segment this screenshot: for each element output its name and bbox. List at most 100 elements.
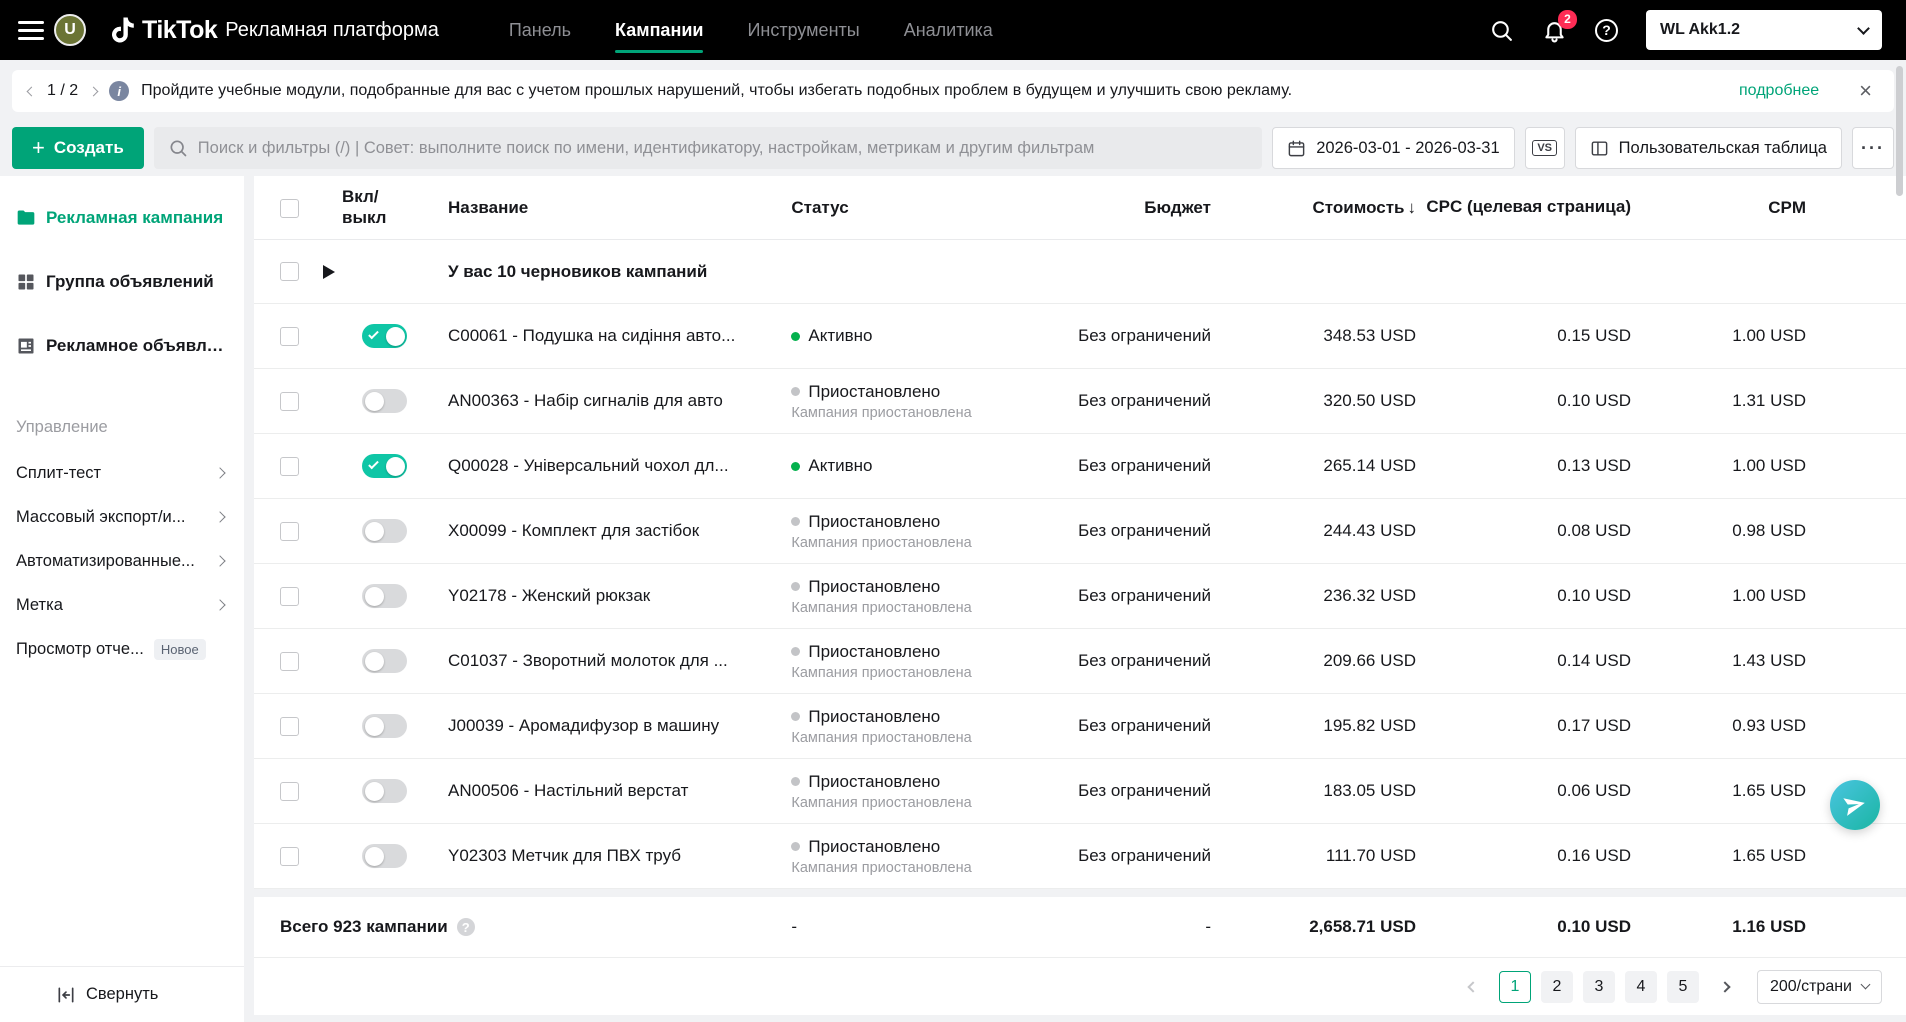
- status-dot: [791, 387, 801, 396]
- row-checkbox[interactable]: [280, 782, 299, 801]
- banner-page-indicator: 1 / 2: [47, 82, 79, 99]
- banner-close-icon[interactable]: ×: [1859, 80, 1872, 102]
- status-dot: [791, 517, 801, 526]
- sidebar-item-reports[interactable]: Просмотр отче... Новое: [0, 627, 244, 671]
- row-toggle[interactable]: [362, 584, 407, 608]
- row-checkbox[interactable]: [280, 717, 299, 736]
- page-button-4[interactable]: 4: [1624, 970, 1657, 1003]
- vs-badge: VS: [1532, 140, 1557, 156]
- status-text: Приостановлено: [808, 771, 941, 791]
- col-cpm[interactable]: CPM: [1631, 198, 1806, 218]
- scrollbar-thumb[interactable]: [1896, 66, 1903, 196]
- row-checkbox[interactable]: [280, 652, 299, 671]
- prev-page-button[interactable]: [1457, 971, 1489, 1003]
- nav-item-campaigns[interactable]: Кампании: [593, 0, 725, 60]
- page-button-2[interactable]: 2: [1540, 970, 1573, 1003]
- search-icon[interactable]: [1489, 18, 1514, 43]
- page-size-select[interactable]: 200/страни: [1756, 969, 1882, 1004]
- notification-badge: 2: [1558, 9, 1577, 29]
- table-row: AN00506 - Настільний верстат Приостановл…: [254, 759, 1906, 824]
- status-subtext: Кампания приостановлена: [791, 859, 972, 876]
- row-checkbox[interactable]: [280, 587, 299, 606]
- row-toggle[interactable]: [362, 844, 407, 868]
- cpc-value: 0.08 USD: [1557, 521, 1631, 540]
- status-dot: [791, 582, 801, 591]
- campaign-name[interactable]: Q00028 - Універсальний чохол дл...: [448, 456, 791, 476]
- chevron-right-icon: [214, 511, 226, 523]
- page-button-3[interactable]: 3: [1582, 970, 1615, 1003]
- banner-next-icon[interactable]: [88, 86, 99, 96]
- page-button-5[interactable]: 5: [1666, 970, 1699, 1003]
- sidebar-item-bulk-export[interactable]: Массовый экспорт/и...: [0, 495, 244, 539]
- campaign-name[interactable]: Y02178 - Женский рюкзак: [448, 586, 791, 606]
- search-filter-box[interactable]: [153, 127, 1263, 169]
- campaign-name[interactable]: X00099 - Комплект для застібок: [448, 521, 791, 541]
- campaign-name[interactable]: AN00363 - Набір сигналів для авто: [448, 391, 791, 411]
- cpc-value: 0.06 USD: [1557, 781, 1631, 800]
- drafts-text[interactable]: У вас 10 черновиков кампаний: [448, 262, 791, 282]
- row-checkbox[interactable]: [280, 457, 299, 476]
- sidebar-item-adgroup[interactable]: Группа объявлений: [0, 250, 244, 314]
- sidebar-item-automated-rules[interactable]: Автоматизированные...: [0, 539, 244, 583]
- row-checkbox[interactable]: [280, 392, 299, 411]
- sidebar: Рекламная кампания Группа объявлений Рек…: [0, 176, 244, 1022]
- budget-value: Без ограничений: [1078, 586, 1211, 605]
- row-checkbox[interactable]: [280, 327, 299, 346]
- banner-prev-icon[interactable]: [26, 86, 37, 96]
- hamburger-menu-button[interactable]: [18, 20, 44, 40]
- row-checkbox[interactable]: [280, 522, 299, 541]
- more-options-button[interactable]: ···: [1852, 127, 1894, 169]
- custom-table-button[interactable]: Пользовательская таблица: [1574, 127, 1842, 169]
- nav-item-tools[interactable]: Инструменты: [725, 0, 881, 60]
- notifications-bell-icon[interactable]: 2: [1542, 9, 1577, 43]
- date-range-button[interactable]: 2026-03-01 - 2026-03-31: [1272, 127, 1515, 169]
- create-button-label: Создать: [53, 138, 124, 157]
- help-circle-icon[interactable]: ?: [456, 918, 475, 936]
- campaign-name[interactable]: J00039 - Аромадифузор в машину: [448, 716, 791, 736]
- page-button-1[interactable]: 1: [1498, 970, 1531, 1003]
- promote-float-button[interactable]: [1830, 780, 1880, 830]
- header-checkbox[interactable]: [280, 198, 299, 218]
- compare-vs-button[interactable]: VS: [1524, 127, 1565, 169]
- nav-item-panel[interactable]: Панель: [487, 0, 593, 60]
- col-cpc[interactable]: CPC (целевая страница): [1416, 197, 1631, 217]
- user-avatar[interactable]: U: [54, 14, 86, 46]
- row-toggle[interactable]: [362, 389, 407, 413]
- sidebar-item-ad[interactable]: Рекламное объявле...: [0, 314, 244, 378]
- budget-value: Без ограничений: [1078, 716, 1211, 735]
- cpm-value: 1.00 USD: [1732, 456, 1806, 475]
- next-page-button[interactable]: [1709, 971, 1741, 1003]
- sidebar-section-management: Управление: [16, 418, 108, 436]
- col-cost[interactable]: Стоимость ↓: [1211, 198, 1416, 218]
- help-icon[interactable]: ?: [1595, 18, 1618, 42]
- row-toggle[interactable]: [362, 454, 407, 478]
- row-toggle[interactable]: [362, 649, 407, 673]
- banner-message: Пройдите учебные модули, подобранные для…: [141, 82, 1293, 99]
- campaign-name[interactable]: C01037 - Зворотний молоток для ...: [448, 651, 791, 671]
- status-subtext: Кампания приостановлена: [791, 534, 972, 551]
- campaign-name[interactable]: C00061 - Подушка на сидіння авто...: [448, 326, 791, 346]
- row-toggle[interactable]: [362, 519, 407, 543]
- row-toggle[interactable]: [362, 714, 407, 738]
- cost-value: 236.32 USD: [1323, 586, 1416, 605]
- drafts-checkbox[interactable]: [280, 262, 299, 281]
- row-checkbox[interactable]: [280, 847, 299, 866]
- budget-value: Без ограничений: [1078, 651, 1211, 670]
- cpm-value: 0.98 USD: [1732, 521, 1806, 540]
- campaign-name[interactable]: AN00506 - Настільний верстат: [448, 781, 791, 801]
- collapse-button[interactable]: Свернуть: [0, 966, 244, 1022]
- create-button[interactable]: + Создать: [12, 127, 144, 169]
- account-dropdown[interactable]: WL Akk1.2: [1646, 10, 1882, 50]
- total-cpc: 0.10 USD: [1557, 917, 1631, 936]
- drafts-expand-icon[interactable]: [323, 264, 335, 279]
- col-name: Название: [448, 197, 529, 217]
- row-toggle[interactable]: [362, 779, 407, 803]
- sidebar-item-campaign[interactable]: Рекламная кампания: [0, 186, 244, 250]
- sidebar-item-split-test[interactable]: Сплит-тест: [0, 451, 244, 495]
- sidebar-item-label[interactable]: Метка: [0, 583, 244, 627]
- row-toggle[interactable]: [362, 324, 407, 348]
- nav-item-analytics[interactable]: Аналитика: [882, 0, 1015, 60]
- campaign-name[interactable]: Y02303 Метчик для ПВХ труб: [448, 846, 791, 866]
- banner-more-link[interactable]: подробнее: [1739, 82, 1819, 100]
- search-input[interactable]: [197, 138, 1249, 158]
